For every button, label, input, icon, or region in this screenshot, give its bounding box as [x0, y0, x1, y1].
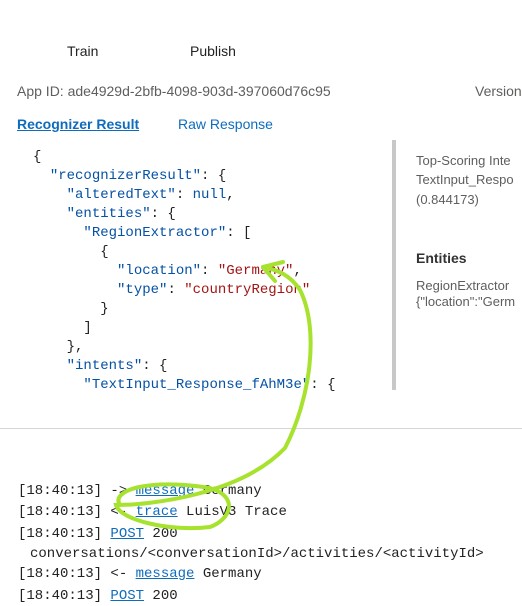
entities-heading: Entities: [416, 250, 467, 266]
panel-divider[interactable]: [392, 140, 396, 390]
top-intent-score: (0.844173): [416, 192, 479, 207]
tab-raw-response[interactable]: Raw Response: [178, 116, 273, 132]
log-message-link[interactable]: message: [136, 566, 195, 582]
log-line: [18:40:13] -> message Germany: [18, 483, 262, 499]
nav-publish[interactable]: Publish: [190, 43, 236, 59]
log-line: [18:40:13] POST 200: [18, 588, 178, 604]
json-viewer: { "recognizerResult": { "alteredText": n…: [33, 149, 336, 392]
log-trace-link[interactable]: trace: [136, 504, 178, 520]
entity-name: RegionExtractor: [416, 278, 510, 293]
nav-train[interactable]: Train: [67, 43, 98, 59]
log-line: [18:40:13] POST 200: [18, 526, 178, 542]
log-path: conversations/<conversationId>/activitie…: [30, 546, 484, 562]
tab-recognizer-result[interactable]: Recognizer Result: [17, 116, 139, 132]
top-nav: Train Publish: [0, 43, 522, 63]
log-line: [18:40:13] <- trace LuisV3 Trace: [18, 504, 287, 520]
top-intent-name: TextInput_Respo: [416, 172, 514, 187]
entity-value: {"location":"Germ: [416, 294, 516, 309]
app-id: App ID: ade4929d-2bfb-4098-903d-397060d7…: [17, 83, 331, 99]
log-divider[interactable]: [0, 428, 522, 429]
log-post-link[interactable]: POST: [110, 526, 144, 542]
log-message-link[interactable]: message: [136, 483, 195, 499]
version-label: Version: [475, 83, 522, 99]
log-line: [18:40:13] <- message Germany: [18, 566, 262, 582]
top-scoring-label: Top-Scoring Inte: [416, 153, 511, 168]
log-post-link[interactable]: POST: [110, 588, 144, 604]
